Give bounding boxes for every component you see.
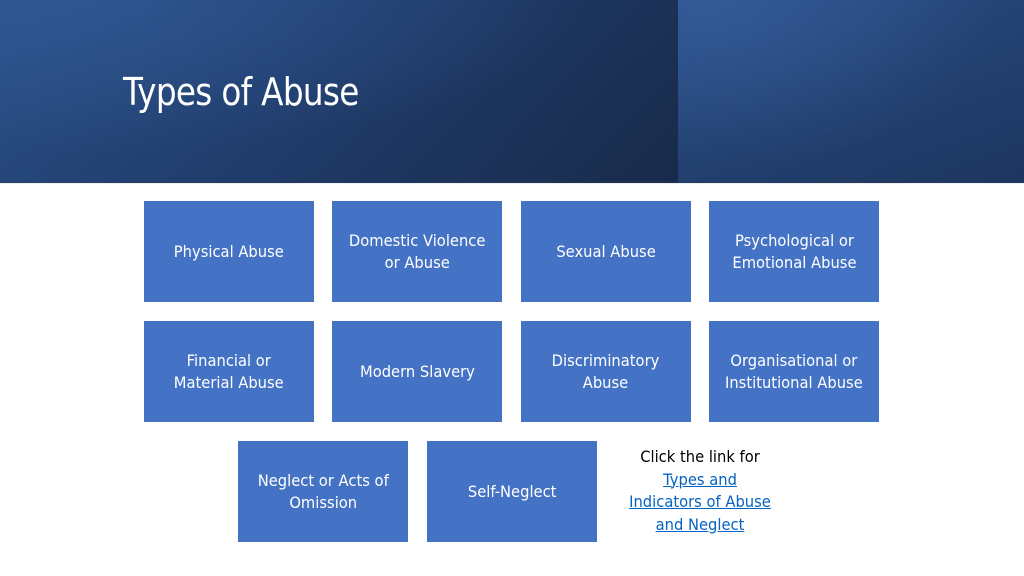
- abuse-type-label: Organisational or Institutional Abuse: [725, 350, 863, 392]
- abuse-type-self-neglect: Self-Neglect: [427, 441, 597, 542]
- abuse-type-label: Psychological or Emotional Abuse: [731, 230, 857, 272]
- abuse-type-physical: Physical Abuse: [144, 201, 314, 302]
- abuse-type-label: Modern Slavery: [359, 361, 475, 381]
- header-side-panel: [678, 0, 1024, 183]
- types-and-indicators-link[interactable]: Types and Indicators of Abuse and Neglec…: [614, 469, 787, 537]
- abuse-type-label: Neglect or Acts of Omission: [257, 470, 389, 512]
- abuse-type-label: Sexual Abuse: [556, 241, 656, 261]
- abuse-type-label: Financial or Material Abuse: [174, 350, 284, 392]
- link-note: Click the link for Types and Indicators …: [606, 446, 794, 536]
- abuse-type-organisational: Organisational or Institutional Abuse: [709, 321, 879, 422]
- abuse-type-financial: Financial or Material Abuse: [144, 321, 314, 422]
- abuse-type-psychological: Psychological or Emotional Abuse: [709, 201, 879, 302]
- abuse-type-label: Physical Abuse: [173, 241, 285, 261]
- abuse-type-label: Self-Neglect: [467, 481, 557, 501]
- abuse-type-modern-slavery: Modern Slavery: [332, 321, 502, 422]
- header-divider: [0, 181, 1024, 184]
- abuse-type-label: Discriminatory Abuse: [552, 350, 660, 392]
- slide-title: Types of Abuse: [123, 70, 359, 114]
- abuse-type-domestic-violence: Domestic Violence or Abuse: [332, 201, 502, 302]
- abuse-type-label: Domestic Violence or Abuse: [348, 230, 486, 272]
- link-note-lead: Click the link for: [640, 447, 760, 466]
- abuse-type-sexual: Sexual Abuse: [521, 201, 691, 302]
- abuse-type-neglect: Neglect or Acts of Omission: [238, 441, 408, 542]
- abuse-type-discriminatory: Discriminatory Abuse: [521, 321, 691, 422]
